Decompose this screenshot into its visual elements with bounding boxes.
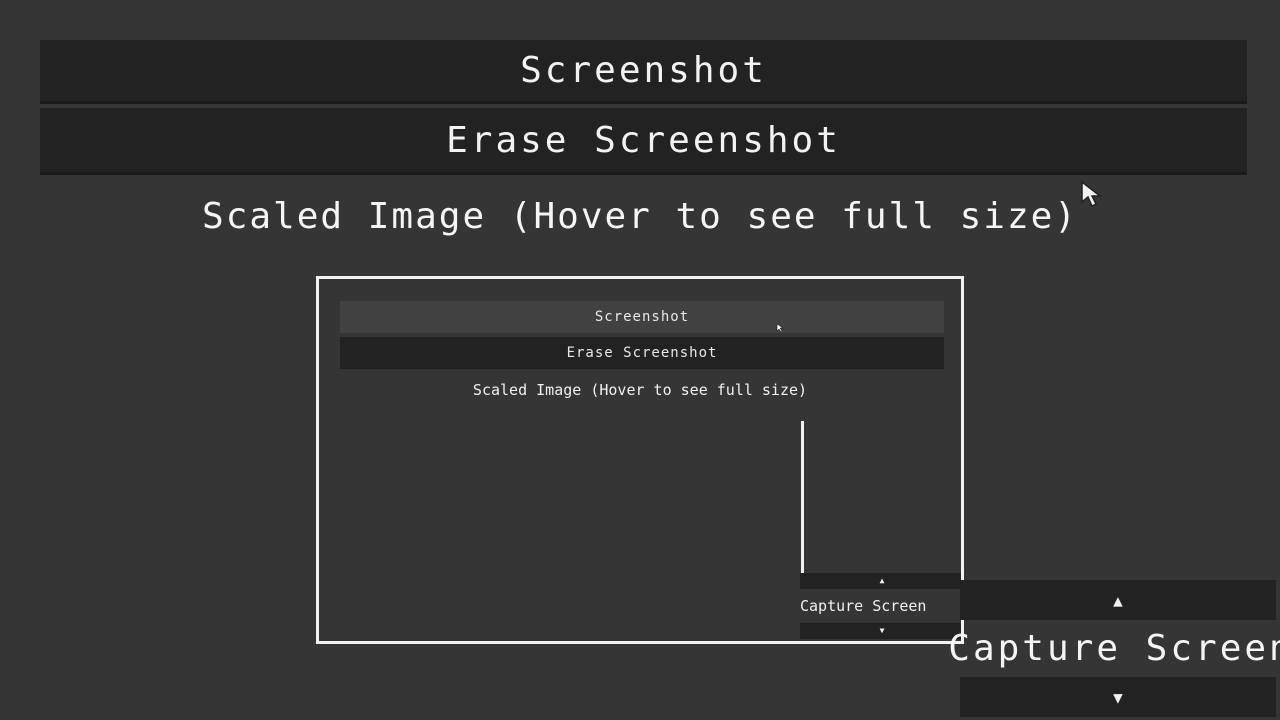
preview-spin-up: ▲: [800, 573, 961, 589]
spinner-down-button[interactable]: ▼: [960, 677, 1276, 717]
preview-cursor-icon: [776, 323, 786, 333]
preview-erase-label: Erase Screenshot: [566, 345, 718, 361]
mouse-pointer-icon: [1080, 180, 1114, 214]
preview-caption: Scaled Image (Hover to see full size): [472, 381, 808, 399]
erase-screenshot-button[interactable]: Erase Screenshot: [40, 108, 1247, 175]
triangle-down-icon: ▼: [1113, 687, 1123, 707]
scaled-image-preview[interactable]: Screenshot Erase Screenshot Scaled Image…: [316, 276, 964, 644]
screenshot-button-label: Screenshot: [520, 50, 767, 91]
erase-screenshot-button-label: Erase Screenshot: [446, 119, 841, 161]
screenshot-button[interactable]: Screenshot: [40, 40, 1247, 104]
preview-erase-button: Erase Screenshot: [340, 337, 944, 369]
preview-spin-down: ▼: [800, 623, 961, 639]
triangle-up-icon: ▲: [1113, 590, 1123, 610]
spinner-value: Capture Screen: [948, 627, 1280, 669]
spinner-up-button[interactable]: ▲: [960, 580, 1276, 620]
preview-screenshot-button: Screenshot: [340, 301, 944, 333]
preview-capture-label: Capture Screen: [800, 597, 927, 615]
preview-divider-line: [801, 421, 804, 581]
preview-screenshot-label: Screenshot: [594, 309, 690, 325]
